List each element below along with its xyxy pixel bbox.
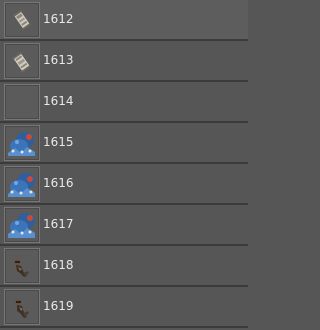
item-id-label: 1619: [43, 299, 74, 313]
scroll-icon: [4, 43, 40, 79]
list-item[interactable]: 1616: [0, 164, 248, 205]
item-list: 1612 1613 1614 1615 1616 1617 1618 1619: [0, 0, 248, 330]
empty-icon: [4, 84, 40, 120]
item-id-label: 1614: [43, 94, 74, 108]
list-item[interactable]: 1614: [0, 82, 248, 123]
blue-creature-icon: [4, 207, 40, 243]
item-id-label: 1618: [43, 258, 74, 272]
list-item[interactable]: 1613: [0, 41, 248, 82]
dark-figure-icon: [4, 248, 40, 284]
item-id-label: 1617: [43, 217, 74, 231]
list-item[interactable]: 1615: [0, 123, 248, 164]
scroll-icon: [4, 2, 40, 38]
blue-creature-icon: [4, 125, 40, 161]
item-id-label: 1613: [43, 53, 74, 67]
list-item[interactable]: 1618: [0, 246, 248, 287]
item-id-label: 1612: [43, 12, 74, 26]
list-item[interactable]: 1617: [0, 205, 248, 246]
dark-figure-icon: [4, 289, 40, 325]
item-id-label: 1615: [43, 135, 74, 149]
list-item[interactable]: 1612: [0, 0, 248, 41]
item-id-label: 1616: [43, 176, 74, 190]
list-item[interactable]: 1619: [0, 287, 248, 328]
blue-creature-icon: [4, 166, 40, 202]
